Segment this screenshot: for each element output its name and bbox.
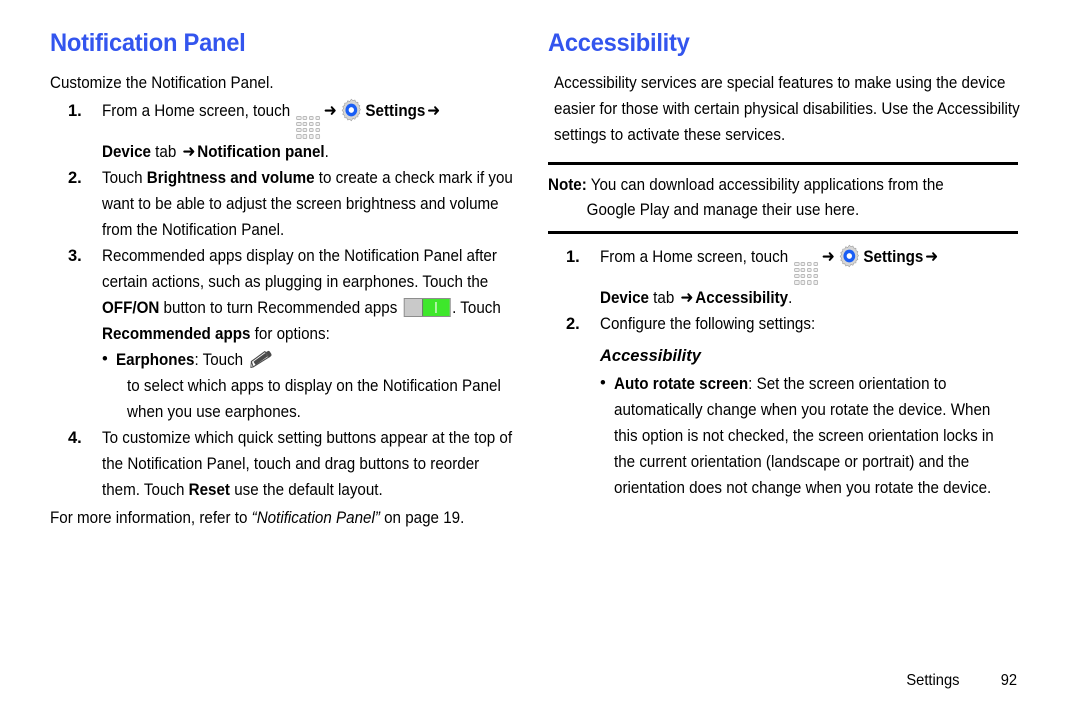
closing-post: on page 19. [379, 508, 465, 527]
step-text: Touch [102, 168, 147, 187]
closing-pre: For more information, refer to [50, 508, 252, 527]
footer-page-number: 92 [1000, 672, 1018, 689]
page-title-notification-panel: Notification Panel [50, 29, 246, 57]
note-line-2: Google Play and manage their use here. [586, 201, 860, 220]
notification-panel-steps: 1. From a Home screen, touch ➜ Settings ➜… [50, 98, 520, 502]
toggle-knob [421, 298, 450, 316]
bullet-item: • Auto rotate screen: Set the screen ori… [600, 371, 1018, 501]
step-text: Recommended apps display on the Notifica… [102, 246, 497, 291]
notification-panel-label: Notification panel [197, 142, 325, 161]
sub-heading-accessibility: Accessibility [600, 346, 701, 365]
step-item: 3. Recommended apps display on the Notif… [50, 243, 520, 425]
step-item: 4. To customize which quick setting butt… [50, 425, 520, 503]
step-number: 1. [566, 248, 580, 267]
arrow-icon-3: ➜ [680, 287, 694, 307]
step-body: Configure the following settings: [600, 314, 816, 333]
period: . [324, 142, 329, 161]
note-line-1: You can download accessibility applicati… [586, 176, 944, 195]
settings-label: Settings [863, 248, 924, 267]
auto-rotate-screen-label: Auto rotate screen [614, 374, 749, 393]
note-content: Note: You can download accessibility app… [548, 165, 1017, 231]
toggle-switch-icon[interactable] [403, 297, 451, 317]
note-rule-bottom [548, 231, 1018, 235]
sub-bullet-body: Earphones: Touch to select which apps to… [116, 347, 519, 425]
device-tab-label: Device [600, 288, 649, 307]
period: . [788, 288, 793, 307]
right-column: Accessibility Accessibility services are… [548, 29, 1020, 501]
step-text: From a Home screen, touch [102, 102, 295, 121]
manual-page: Notification Panel Customize the Notific… [0, 0, 1080, 720]
arrow-icon: ➜ [821, 247, 835, 267]
step-item: 2. Configure the following settings: [548, 311, 1018, 337]
step-body: To customize which quick setting buttons… [102, 425, 519, 503]
accessibility-bullet-list: • Auto rotate screen: Set the screen ori… [548, 371, 1018, 501]
arrow-icon: ➜ [323, 101, 337, 121]
step-text-post: use the default layout. [229, 480, 383, 499]
step-body: From a Home screen, touch ➜ Settings ➜ Dev… [102, 98, 519, 164]
device-tab-label: Device [102, 142, 151, 161]
reset-label: Reset [188, 480, 230, 499]
sub-bullet-item: • Earphones: Touch to select which apps … [102, 347, 520, 425]
page-title-accessibility: Accessibility [548, 29, 690, 57]
step-number: 4. [68, 428, 82, 447]
pencil-icon [250, 350, 272, 368]
step-number: 2. [566, 314, 580, 333]
arrow-icon-2: ➜ [925, 247, 939, 267]
step-number: 3. [68, 246, 82, 265]
step-text-mid2: . Touch [452, 298, 501, 317]
cross-reference-title: “Notification Panel” [251, 508, 380, 527]
footer-section-label: Settings [906, 672, 960, 689]
tab-text: tab [150, 142, 181, 161]
bullet-body: Auto rotate screen: Set the screen orien… [614, 371, 1017, 501]
off-on-label: OFF/ON [102, 298, 160, 317]
step-text-post: for options: [250, 324, 330, 343]
step-body: Touch Brightness and volume to create a … [102, 165, 519, 243]
apps-grid-icon [296, 115, 321, 139]
page-footer: Settings 92 [0, 660, 1080, 720]
accessibility-intro-paragraph: Accessibility services are special featu… [554, 74, 1020, 145]
note-label: Note: [548, 176, 587, 195]
brightness-volume-label: Brightness and volume [146, 168, 315, 187]
step-item: 1. From a Home screen, touch ➜ Settings ➜… [548, 244, 1018, 310]
tab-text: tab [648, 288, 679, 307]
gear-icon [342, 99, 362, 122]
footer-inner: Settings 92 [904, 672, 1018, 690]
recommended-apps-label: Recommended apps [102, 324, 251, 343]
sub-bullet-post: to select which apps to display on the N… [127, 376, 501, 421]
earphones-label: Earphones [116, 350, 195, 369]
step-number: 1. [68, 102, 82, 121]
step-body: From a Home screen, touch ➜ Settings ➜ Dev… [600, 244, 1017, 310]
left-column: Notification Panel Customize the Notific… [50, 30, 520, 533]
apps-grid-icon [794, 261, 819, 285]
arrow-icon-3: ➜ [182, 141, 196, 161]
settings-label: Settings [365, 102, 426, 121]
note-box: Note: You can download accessibility app… [548, 162, 1018, 235]
step-text: From a Home screen, touch [600, 248, 793, 267]
step-body: Recommended apps display on the Notifica… [102, 243, 519, 347]
step-number: 2. [68, 168, 82, 187]
accessibility-steps: 1. From a Home screen, touch ➜ Settings ➜… [548, 244, 1018, 336]
step-item: 2. Touch Brightness and volume to create… [50, 165, 520, 243]
accessibility-label: Accessibility [695, 288, 789, 307]
step-item: 1. From a Home screen, touch ➜ Settings ➜… [50, 98, 520, 164]
step-text-mid: button to turn Recommended apps [159, 298, 402, 317]
intro-paragraph: Customize the Notification Panel. [50, 74, 274, 93]
sub-bullet-pre: : Touch [194, 350, 248, 369]
gear-icon [840, 245, 860, 268]
bullet-dot: • [600, 373, 606, 392]
closing-paragraph: For more information, refer to “Notifica… [50, 505, 519, 531]
auto-rotate-screen-description: : Set the screen orientation to automati… [614, 374, 994, 497]
bullet-dot: • [102, 349, 108, 368]
arrow-icon-2: ➜ [427, 101, 441, 121]
